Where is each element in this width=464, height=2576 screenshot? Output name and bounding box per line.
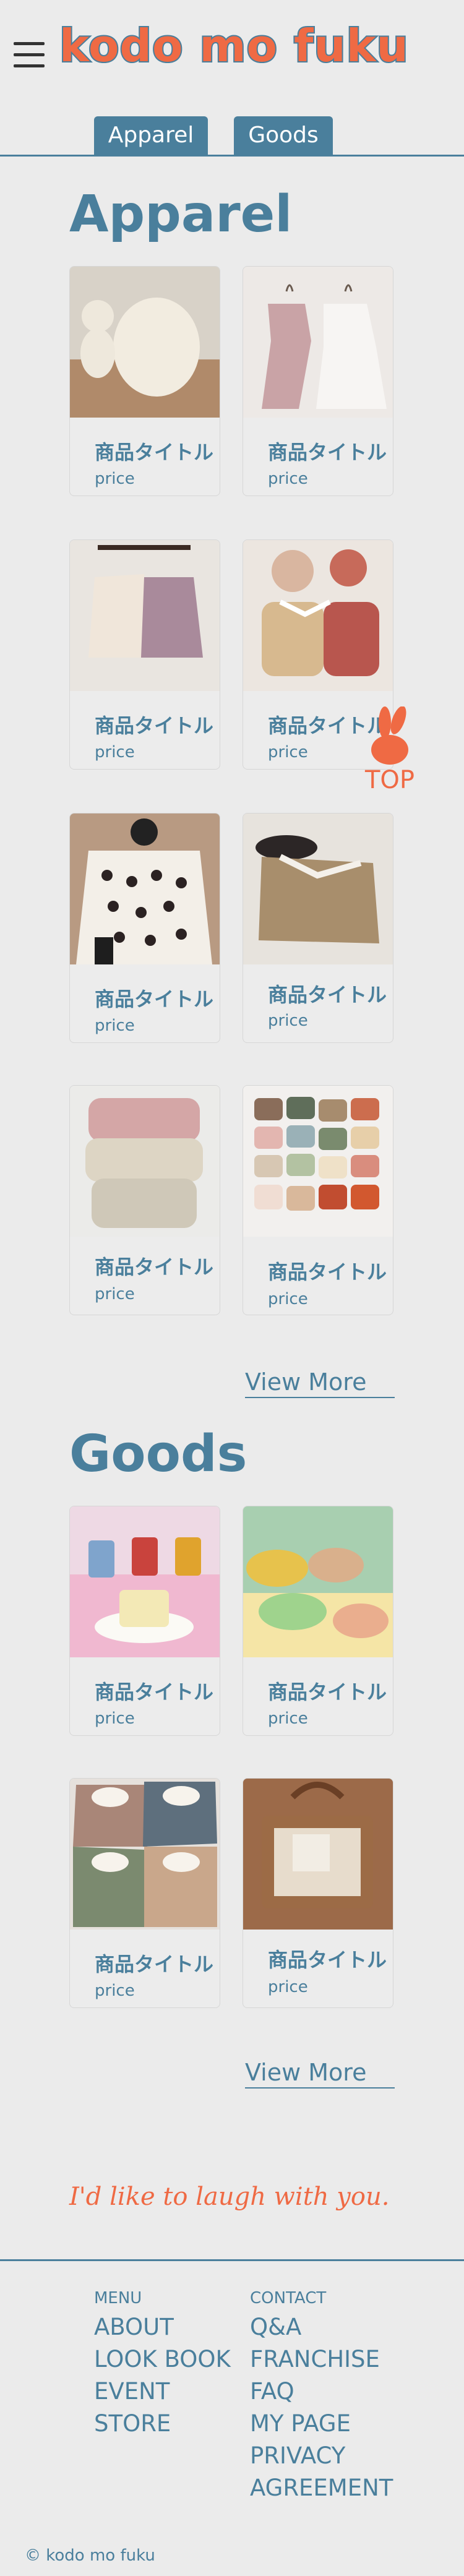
site-header: kodo mo fuku Apparel Goods <box>0 0 464 157</box>
product-title: 商品タイトル <box>268 440 387 464</box>
tab-goods[interactable]: Goods <box>234 116 333 155</box>
apparel-view-more-link[interactable]: View More <box>245 1369 395 1398</box>
product-title: 商品タイトル <box>95 1952 214 1976</box>
product-price: price <box>268 1011 308 1030</box>
footer-link-about[interactable]: ABOUT <box>94 2311 174 2343</box>
product-image <box>70 814 220 964</box>
footer-link-qa[interactable]: Q&A <box>250 2311 301 2343</box>
product-title: 商品タイトル <box>95 987 214 1011</box>
footer-link-faq[interactable]: FAQ <box>250 2376 294 2408</box>
product-price: price <box>95 1709 135 1728</box>
product-price: price <box>268 470 308 488</box>
footer-link-event[interactable]: EVENT <box>94 2376 170 2408</box>
product-image <box>243 267 393 418</box>
product-card[interactable]: 商品タイトル price <box>243 266 393 496</box>
product-card[interactable]: 商品タイトル price <box>69 1085 220 1315</box>
product-card[interactable]: 商品タイトル price <box>69 813 220 1043</box>
product-price: price <box>95 743 135 762</box>
footer-link-look-book[interactable]: LOOK BOOK <box>94 2343 231 2376</box>
product-card[interactable]: 商品タイトル price <box>243 813 393 1043</box>
footer-contact-heading: CONTACT <box>250 2289 327 2308</box>
product-image <box>70 540 220 691</box>
tab-apparel[interactable]: Apparel <box>94 116 208 155</box>
product-image <box>70 267 220 418</box>
product-price: price <box>268 743 308 762</box>
product-image <box>70 1779 220 1930</box>
back-to-top-button[interactable]: TOP <box>364 706 416 797</box>
product-title: 商品タイトル <box>268 1260 387 1284</box>
product-title: 商品タイトル <box>268 1948 387 1972</box>
footer-link-store[interactable]: STORE <box>94 2408 171 2440</box>
copyright: © kodo mo fuku <box>25 2546 155 2565</box>
product-card[interactable]: 商品タイトル price <box>69 266 220 496</box>
product-card[interactable]: 商品タイトル price <box>243 1778 393 2008</box>
apparel-section-title: Apparel <box>69 185 293 244</box>
product-image <box>243 1086 393 1237</box>
goods-section-title: Goods <box>69 1425 247 1483</box>
footer-menu-heading: MENU <box>94 2289 142 2308</box>
footer-divider <box>0 2259 464 2261</box>
site-logo[interactable]: kodo mo fuku <box>58 22 410 69</box>
hamburger-menu-icon[interactable] <box>14 42 45 68</box>
product-title: 商品タイトル <box>268 983 387 1007</box>
rabbit-icon <box>371 706 408 765</box>
slogan: I'd like to laugh with you. <box>69 2183 390 2211</box>
product-image <box>70 1506 220 1657</box>
product-title: 商品タイトル <box>95 1255 214 1279</box>
product-title: 商品タイトル <box>95 440 214 464</box>
product-card[interactable]: 商品タイトル price <box>69 1778 220 2008</box>
footer-link-privacy[interactable]: PRIVACY <box>250 2440 345 2472</box>
footer-link-agreement[interactable]: AGREEMENT <box>250 2472 393 2504</box>
header-divider <box>0 155 464 157</box>
product-image <box>243 1779 393 1930</box>
product-image <box>243 1506 393 1657</box>
footer-link-my-page[interactable]: MY PAGE <box>250 2408 351 2440</box>
product-card[interactable]: 商品タイトル price <box>69 539 220 770</box>
product-card[interactable]: 商品タイトル price <box>243 1506 393 1736</box>
product-price: price <box>95 1285 135 1303</box>
product-image <box>243 814 393 964</box>
product-price: price <box>268 1290 308 1308</box>
product-title: 商品タイトル <box>268 1680 387 1704</box>
product-image <box>243 540 393 691</box>
product-price: price <box>95 1981 135 2000</box>
product-title: 商品タイトル <box>95 714 214 737</box>
product-title: 商品タイトル <box>95 1680 214 1704</box>
product-card[interactable]: 商品タイトル price <box>243 1085 393 1315</box>
goods-view-more-link[interactable]: View More <box>245 2059 395 2089</box>
product-price: price <box>95 1016 135 1035</box>
product-price: price <box>268 1709 308 1728</box>
category-tabs: Apparel Goods <box>0 116 464 156</box>
product-card[interactable]: 商品タイトル price <box>69 1506 220 1736</box>
product-price: price <box>268 1978 308 1996</box>
product-image <box>70 1086 220 1237</box>
back-to-top-label: TOP <box>364 766 415 794</box>
product-price: price <box>95 470 135 488</box>
footer-link-franchise[interactable]: FRANCHISE <box>250 2343 380 2376</box>
